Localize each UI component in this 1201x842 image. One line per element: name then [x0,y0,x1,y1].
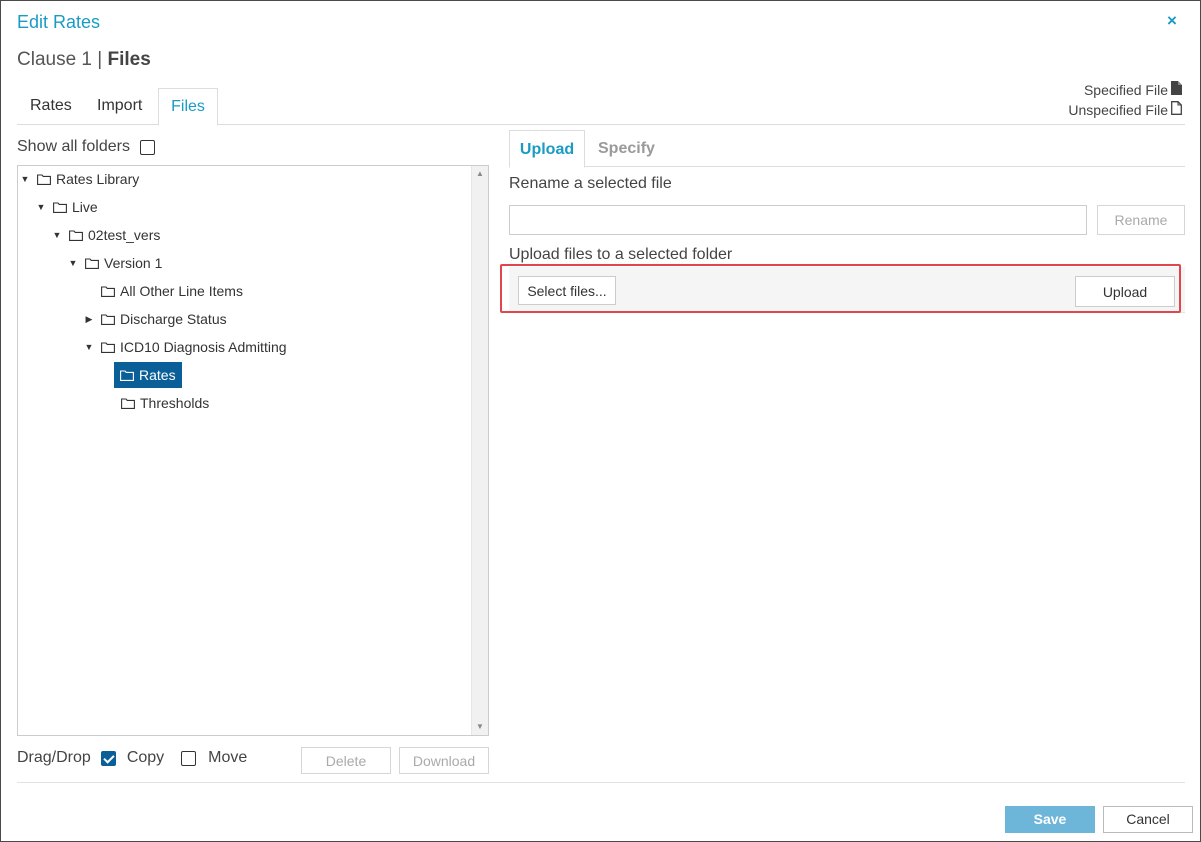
footer-divider [17,782,1185,783]
expand-arrow-icon[interactable]: ▼ [19,174,31,184]
move-label: Move [208,749,248,766]
folder-icon [120,369,134,381]
move-checkbox[interactable] [181,750,197,766]
subtitle-bold: Files [107,49,151,70]
folder-icon [101,341,115,353]
tree-node-version-1[interactable]: ▼ Version 1 [67,252,163,274]
tree-node-icd10-diagnosis-admitting[interactable]: ▼ ICD10 Diagnosis Admitting [83,336,287,358]
scroll-down-icon[interactable]: ▼ [472,719,488,735]
folder-icon [101,285,115,297]
page-subtitle: Clause 1 | Files [17,49,151,71]
expand-arrow-icon[interactable]: ▼ [67,258,79,268]
tree-node-rates-library[interactable]: ▼ Rates Library [19,168,140,190]
tree-node-live[interactable]: ▼ Live [35,196,98,218]
tree-node-thresholds[interactable]: Thresholds [115,392,215,414]
show-all-folders-label: Show all folders [17,138,130,155]
expand-arrow-icon[interactable]: ▼ [51,230,63,240]
tree-node-label: Rates Library [56,171,140,187]
drag-drop-options: Drag/Drop Copy Move [17,749,247,767]
expand-arrow-icon[interactable]: ▼ [83,342,95,352]
tree-node-02test-vers[interactable]: ▼ 02test_vers [51,224,161,246]
tree-scrollbar[interactable]: ▲ ▼ [471,166,488,735]
selected-node-highlight: Rates [114,362,182,388]
copy-label: Copy [126,749,165,766]
dialog-title: Edit Rates [17,12,101,32]
tab-import[interactable]: Import [97,88,142,125]
folder-tree: ▲ ▼ ▼ Rates Library ▼ Live ▼ 02test_vers… [17,165,489,736]
folder-icon [121,397,135,409]
tree-node-label: Thresholds [140,395,210,411]
tree-node-all-other-line-items[interactable]: All Other Line Items [83,280,243,302]
scroll-up-icon[interactable]: ▲ [472,166,488,182]
upload-specify-tabs: Upload Specify [509,130,1185,168]
upload-heading: Upload files to a selected folder [509,246,733,263]
tree-node-label: Live [72,199,98,215]
subtitle-prefix: Clause 1 | [17,49,108,70]
edit-rates-dialog: Edit Rates × Clause 1 | Files Specified … [0,0,1201,842]
upload-highlight-box [500,264,1181,313]
tree-node-label: Version 1 [104,255,163,271]
tree-node-label: ICD10 Diagnosis Admitting [120,339,287,355]
tab-upload[interactable]: Upload [509,130,585,168]
tree-node-label: All Other Line Items [120,283,243,299]
tree-node-rates[interactable]: Rates [114,362,182,388]
expand-arrow-icon[interactable]: ▼ [35,202,47,212]
tree-node-discharge-status[interactable]: ▶ Discharge Status [83,308,227,330]
show-all-folders-checkbox[interactable] [139,139,155,155]
folder-icon [53,201,67,213]
collapse-arrow-icon[interactable]: ▶ [83,314,95,325]
folder-icon [37,173,51,185]
tree-node-label: 02test_vers [88,227,161,243]
rename-button[interactable]: Rename [1097,205,1185,235]
tree-node-label: Discharge Status [120,311,227,327]
folder-icon [101,313,115,325]
folder-icon [69,229,83,241]
folder-icon [85,257,99,269]
close-icon[interactable]: × [1167,11,1177,31]
main-tabs: Rates Import Files [17,88,1185,126]
rename-input[interactable] [509,205,1087,235]
tab-files[interactable]: Files [158,88,218,126]
tab-specify[interactable]: Specify [598,130,655,167]
show-all-folders: Show all folders [17,138,155,156]
tree-node-label: Rates [139,367,176,383]
tab-rates[interactable]: Rates [30,88,72,125]
drag-drop-label: Drag/Drop [17,749,91,766]
copy-checkbox[interactable] [100,750,116,766]
save-button[interactable]: Save [1005,806,1095,833]
delete-button[interactable]: Delete [301,747,391,774]
rename-heading: Rename a selected file [509,175,672,192]
cancel-button[interactable]: Cancel [1103,806,1193,833]
download-button[interactable]: Download [399,747,489,774]
